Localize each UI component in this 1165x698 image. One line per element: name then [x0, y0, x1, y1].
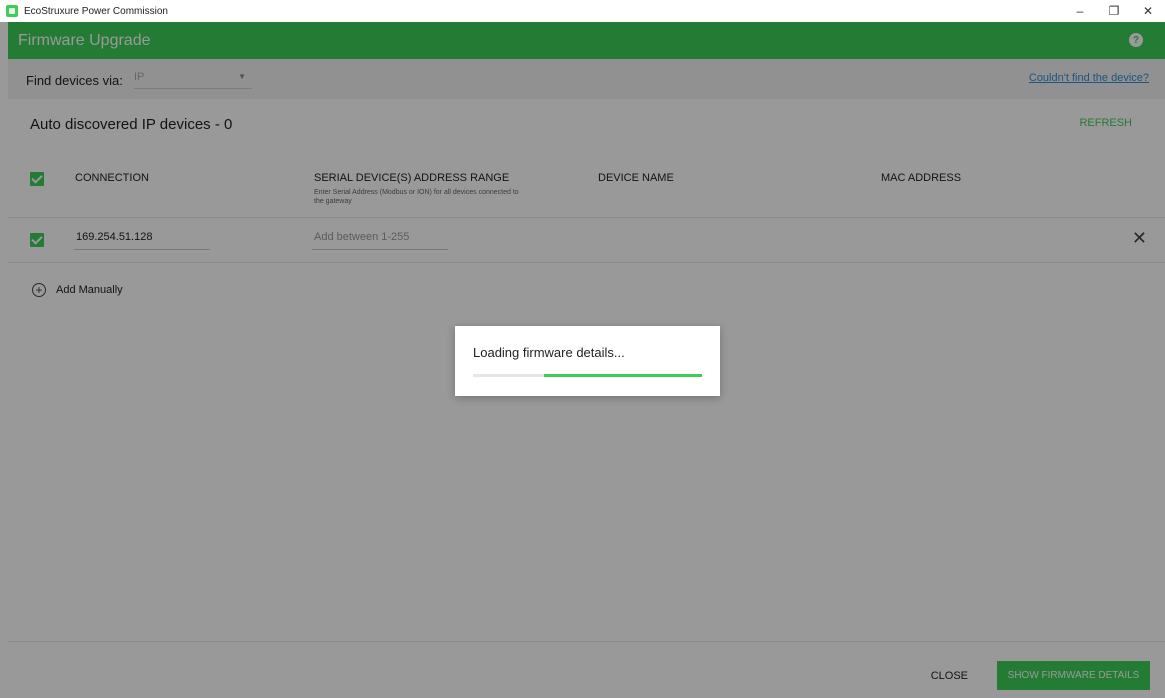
minimize-icon[interactable]: –	[1063, 0, 1097, 22]
close-window-icon[interactable]: ✕	[1131, 0, 1165, 22]
window-title: EcoStruxure Power Commission	[24, 5, 168, 17]
progress-bar	[473, 374, 702, 377]
app-logo-icon	[6, 5, 18, 17]
window-controls: – ❐ ✕	[1063, 0, 1165, 22]
restore-icon[interactable]: ❐	[1097, 0, 1131, 22]
progress-bar-fill	[543, 374, 702, 377]
loading-message: Loading firmware details...	[473, 345, 625, 360]
window-titlebar: EcoStruxure Power Commission – ❐ ✕	[0, 0, 1165, 22]
loading-dialog: Loading firmware details...	[455, 326, 720, 396]
